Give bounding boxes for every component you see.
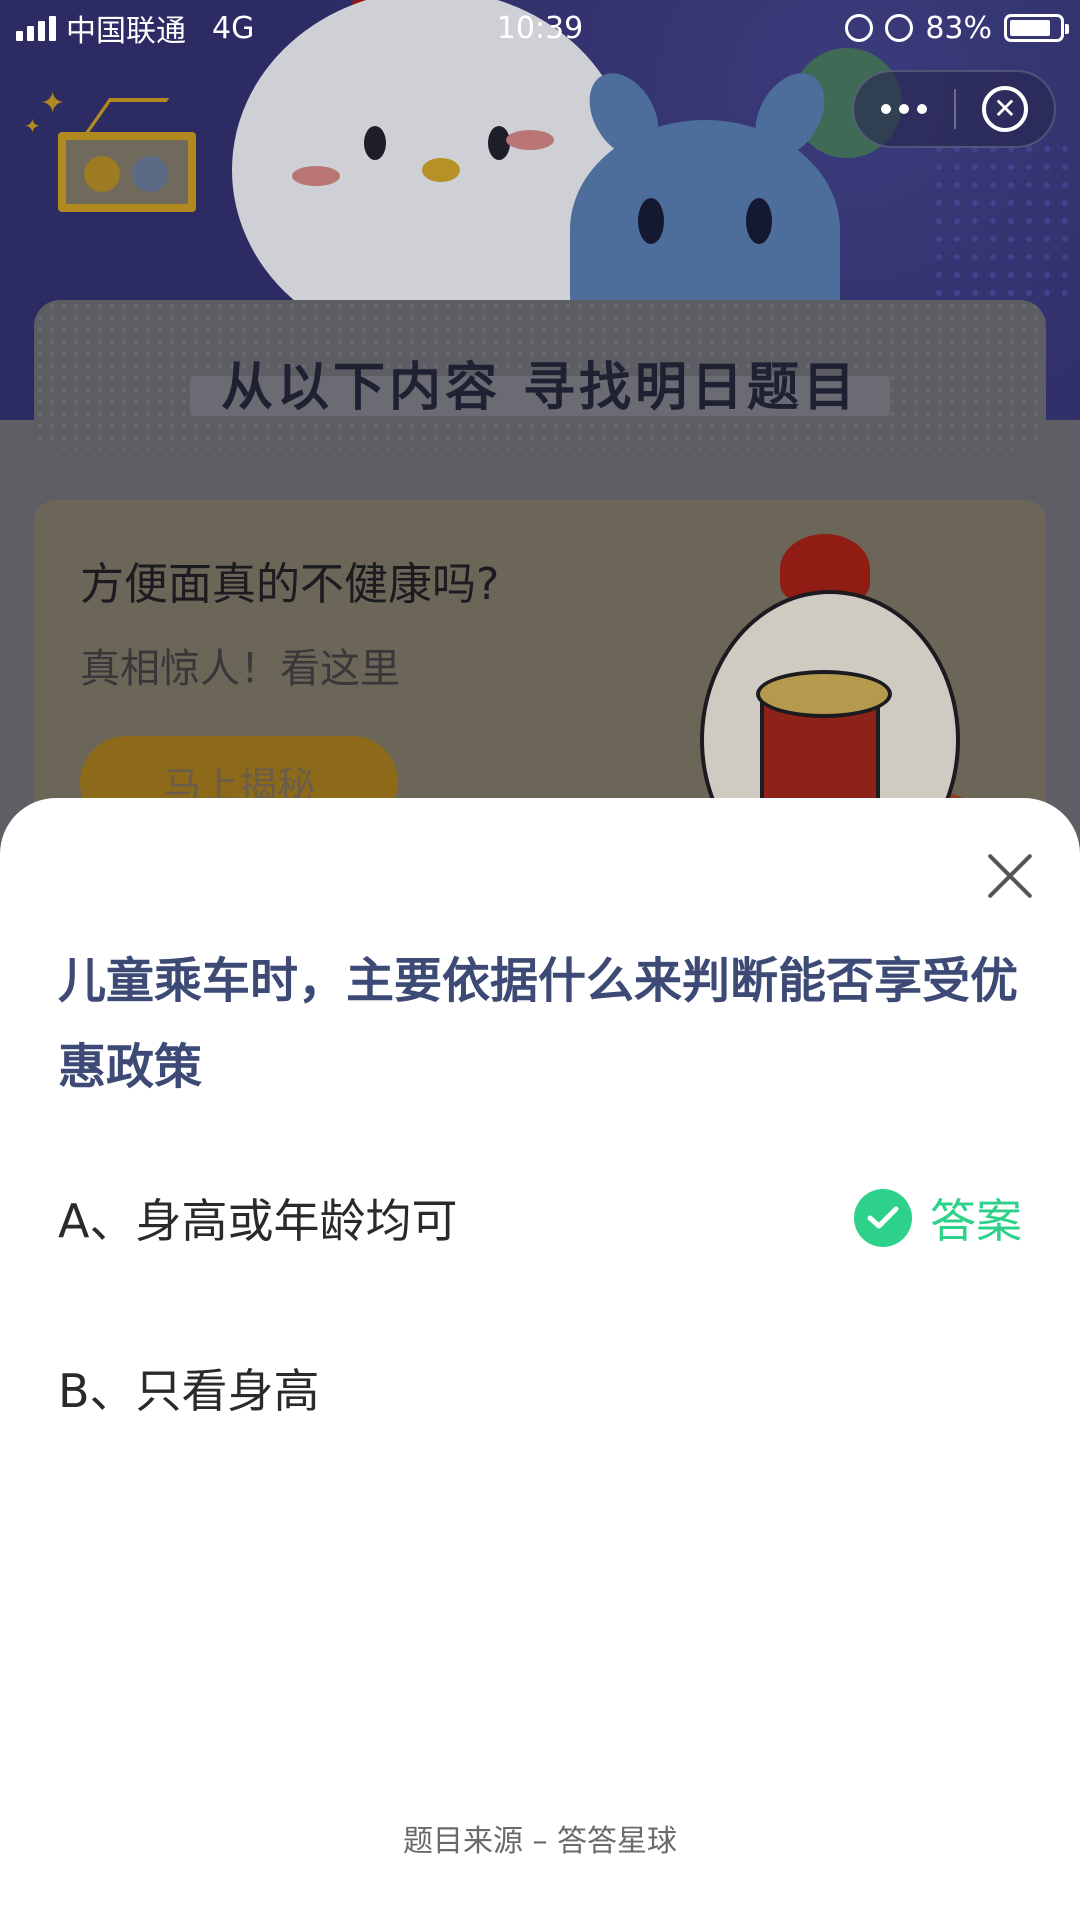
answer-badge: 答案 xyxy=(854,1185,1022,1251)
question-sheet: 儿童乘车时，主要依据什么来判断能否享受优惠政策 A、身高或年龄均可 答案 B、只… xyxy=(0,798,1080,1920)
carrier-name: 中国联通 xyxy=(66,14,186,49)
option-b-label: B、只看身高 xyxy=(58,1364,320,1418)
medal-frame-button[interactable] xyxy=(58,132,196,212)
chick-cheek xyxy=(506,130,554,150)
option-a[interactable]: A、身高或年龄均可 答案 xyxy=(58,1178,1022,1258)
hero-dot-pattern xyxy=(930,140,1080,300)
option-a-label: A、身高或年龄均可 xyxy=(58,1194,458,1248)
rotation-lock-icon xyxy=(845,14,874,42)
promo-title: 方便面真的不健康吗? xyxy=(80,559,500,610)
battery-percent: 83% xyxy=(925,10,992,46)
banner-title: 从以下内容 寻找明日题目 xyxy=(220,357,860,418)
question-source: 题目来源 – 答答星球 xyxy=(402,1824,678,1859)
alarm-icon xyxy=(885,14,914,42)
option-b[interactable]: B、只看身高 xyxy=(58,1348,1022,1428)
answer-label: 答案 xyxy=(930,1194,1022,1248)
chick-cheek xyxy=(292,166,340,186)
network-type: 4G xyxy=(212,10,255,46)
status-bar: 中国联通 4G 10:39 83% xyxy=(0,0,1080,56)
promo-subtitle: 真相惊人！看这里 xyxy=(80,646,400,692)
signal-icon xyxy=(16,15,56,41)
sparkle-icon: ✦ xyxy=(40,86,66,121)
more-dots-icon[interactable] xyxy=(854,72,954,146)
close-miniprogram-button[interactable]: ✕ xyxy=(956,72,1054,146)
close-circle-icon: ✕ xyxy=(981,86,1028,132)
chick-beak xyxy=(422,158,460,182)
gold-medal-icon xyxy=(84,156,120,192)
alien-eye xyxy=(746,198,772,244)
check-icon xyxy=(854,1189,912,1247)
sparkle-icon: ✦ xyxy=(24,114,41,138)
alien-eye xyxy=(638,198,664,244)
chick-eye xyxy=(364,126,386,160)
close-icon[interactable] xyxy=(984,850,1036,902)
silver-medal-icon xyxy=(132,156,168,192)
miniprogram-capsule: ✕ xyxy=(852,70,1056,148)
question-text: 儿童乘车时，主要依据什么来判断能否享受优惠政策 xyxy=(58,953,1019,1095)
battery-icon xyxy=(1004,14,1069,42)
